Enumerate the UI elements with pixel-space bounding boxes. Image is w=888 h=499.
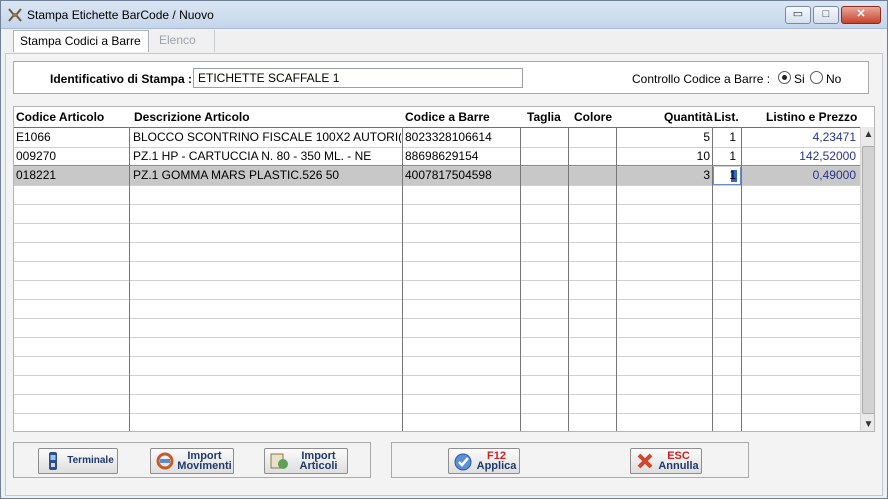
row-divider: [14, 223, 860, 224]
handheld-terminal-icon: [49, 452, 57, 470]
cell-barre[interactable]: 88698629154: [405, 149, 519, 163]
row-divider: [14, 147, 860, 148]
cell-quantita[interactable]: 3: [618, 168, 710, 182]
cell-list[interactable]: 1: [714, 130, 736, 144]
tab-elenco[interactable]: Elenco: [153, 30, 215, 52]
cell-quantita[interactable]: 10: [618, 149, 710, 163]
col-divider: [568, 127, 569, 431]
applica-button[interactable]: F12 Applica: [448, 448, 520, 474]
tab-stampa-codici[interactable]: Stampa Codici a Barre: [13, 30, 149, 52]
scroll-down-arrow-icon[interactable]: ▼: [861, 417, 874, 431]
action-buttons-group: F12 Applica ESC Annulla: [391, 442, 749, 478]
col-divider: [129, 127, 130, 431]
col-divider: [616, 127, 617, 431]
cell-list[interactable]: 1: [714, 149, 736, 163]
cell-barre[interactable]: 8023328106614: [405, 130, 519, 144]
radio-dot: [782, 75, 787, 80]
radio-no-label[interactable]: No: [826, 72, 841, 86]
import-articoli-button[interactable]: Import Articoli: [264, 448, 348, 474]
cell-descrizione[interactable]: BLOCCO SCONTRINO FISCALE 100X2 AUTORI(: [133, 130, 401, 144]
col-divider: [741, 127, 742, 431]
radio-no[interactable]: [810, 71, 823, 84]
cell-prezzo[interactable]: 142,52000: [742, 149, 856, 163]
maximize-icon: □: [822, 8, 830, 20]
identificativo-input[interactable]: [193, 68, 523, 88]
import-buttons-group: Terminale Import Movimenti Import Artico…: [13, 442, 371, 478]
applica-text: Applica: [476, 460, 517, 472]
row-divider: [14, 356, 860, 357]
import-movimenti-line2: Movimenti: [177, 460, 232, 472]
minimize-icon: ▭: [792, 8, 804, 20]
cell-codice[interactable]: 018221: [16, 168, 128, 182]
scroll-up-arrow-icon[interactable]: ▲: [861, 127, 874, 143]
annulla-text: Annulla: [658, 460, 699, 472]
maximize-button[interactable]: □: [813, 6, 839, 24]
col-divider: [520, 127, 521, 431]
minimize-button[interactable]: ▭: [785, 6, 811, 24]
row-divider: [14, 280, 860, 281]
row-divider: [14, 299, 860, 300]
title-bar: Stampa Etichette BarCode / Nuovo ▭ □ ✕: [1, 1, 887, 29]
cell-barre[interactable]: 4007817504598: [405, 168, 519, 182]
row-divider: [14, 185, 860, 186]
close-icon: ✕: [856, 8, 866, 20]
cell-codice[interactable]: E1066: [16, 130, 128, 144]
annulla-button[interactable]: ESC Annulla: [630, 448, 702, 474]
articles-grid: Codice Articolo Descrizione Articolo Cod…: [13, 106, 875, 432]
controllo-label: Controllo Codice a Barre :: [632, 72, 771, 86]
annulla-label: ESC Annulla: [656, 451, 701, 472]
col-header-quantita[interactable]: Quantità: [664, 110, 713, 124]
table-row-selected[interactable]: 018221 PZ.1 GOMMA MARS PLASTIC.526 50 40…: [14, 165, 861, 186]
cell-prezzo[interactable]: 0,49000: [742, 168, 856, 182]
terminale-button[interactable]: Terminale: [38, 448, 118, 474]
cell-prezzo[interactable]: 4,23471: [742, 130, 856, 144]
col-header-list[interactable]: List.: [714, 110, 739, 124]
import-articoli-label: Import Articoli: [290, 451, 347, 472]
cross-icon: [637, 453, 653, 469]
radio-si[interactable]: [778, 71, 791, 84]
import-movimenti-button[interactable]: Import Movimenti: [150, 448, 234, 474]
cell-descrizione[interactable]: PZ.1 GOMMA MARS PLASTIC.526 50: [133, 168, 401, 182]
table-row[interactable]: E1066 BLOCCO SCONTRINO FISCALE 100X2 AUT…: [14, 128, 860, 147]
col-header-taglia[interactable]: Taglia: [527, 110, 561, 124]
row-divider: [14, 242, 860, 243]
import-articoli-line2: Articoli: [299, 460, 338, 472]
row-divider: [14, 337, 860, 338]
import-movements-icon: [156, 452, 174, 470]
import-movimenti-label: Import Movimenti: [176, 451, 233, 472]
header-fields-box: Identificativo di Stampa : Controllo Cod…: [13, 61, 869, 94]
table-row[interactable]: 009270 PZ.1 HP - CARTUCCIA N. 80 - 350 M…: [14, 147, 860, 166]
identificativo-label: Identificativo di Stampa :: [50, 72, 193, 86]
terminale-label: Terminale: [67, 455, 114, 466]
close-button[interactable]: ✕: [841, 6, 881, 24]
import-articles-icon: [270, 453, 288, 469]
barcode-app-icon: [8, 8, 22, 22]
app-window: Stampa Etichette BarCode / Nuovo ▭ □ ✕ S…: [0, 0, 888, 499]
row-divider: [14, 204, 860, 205]
checkmark-icon: [454, 453, 472, 471]
cell-quantita[interactable]: 5: [618, 130, 710, 144]
row-divider: [14, 394, 860, 395]
col-header-barre[interactable]: Codice a Barre: [405, 110, 490, 124]
col-header-colore[interactable]: Colore: [574, 110, 612, 124]
radio-si-label[interactable]: Si: [794, 72, 805, 86]
col-header-codice[interactable]: Codice Articolo: [16, 110, 104, 124]
col-header-descrizione[interactable]: Descrizione Articolo: [134, 110, 250, 124]
cell-list[interactable]: 1: [714, 168, 736, 182]
vertical-scrollbar[interactable]: ▲ ▼: [860, 127, 874, 431]
cell-descrizione[interactable]: PZ.1 HP - CARTUCCIA N. 80 - 350 ML. - NE: [133, 149, 401, 163]
col-header-prezzo[interactable]: Listino e Prezzo: [766, 110, 857, 124]
col-divider: [712, 127, 713, 431]
row-divider: [14, 261, 860, 262]
row-divider: [14, 318, 860, 319]
row-divider: [14, 375, 860, 376]
row-divider: [14, 413, 860, 414]
window-title: Stampa Etichette BarCode / Nuovo: [27, 8, 214, 22]
col-divider: [402, 127, 403, 431]
cell-codice[interactable]: 009270: [16, 149, 128, 163]
scrollbar-thumb[interactable]: [862, 146, 874, 414]
row-divider: [14, 166, 860, 167]
applica-label: F12 Applica: [474, 451, 519, 472]
